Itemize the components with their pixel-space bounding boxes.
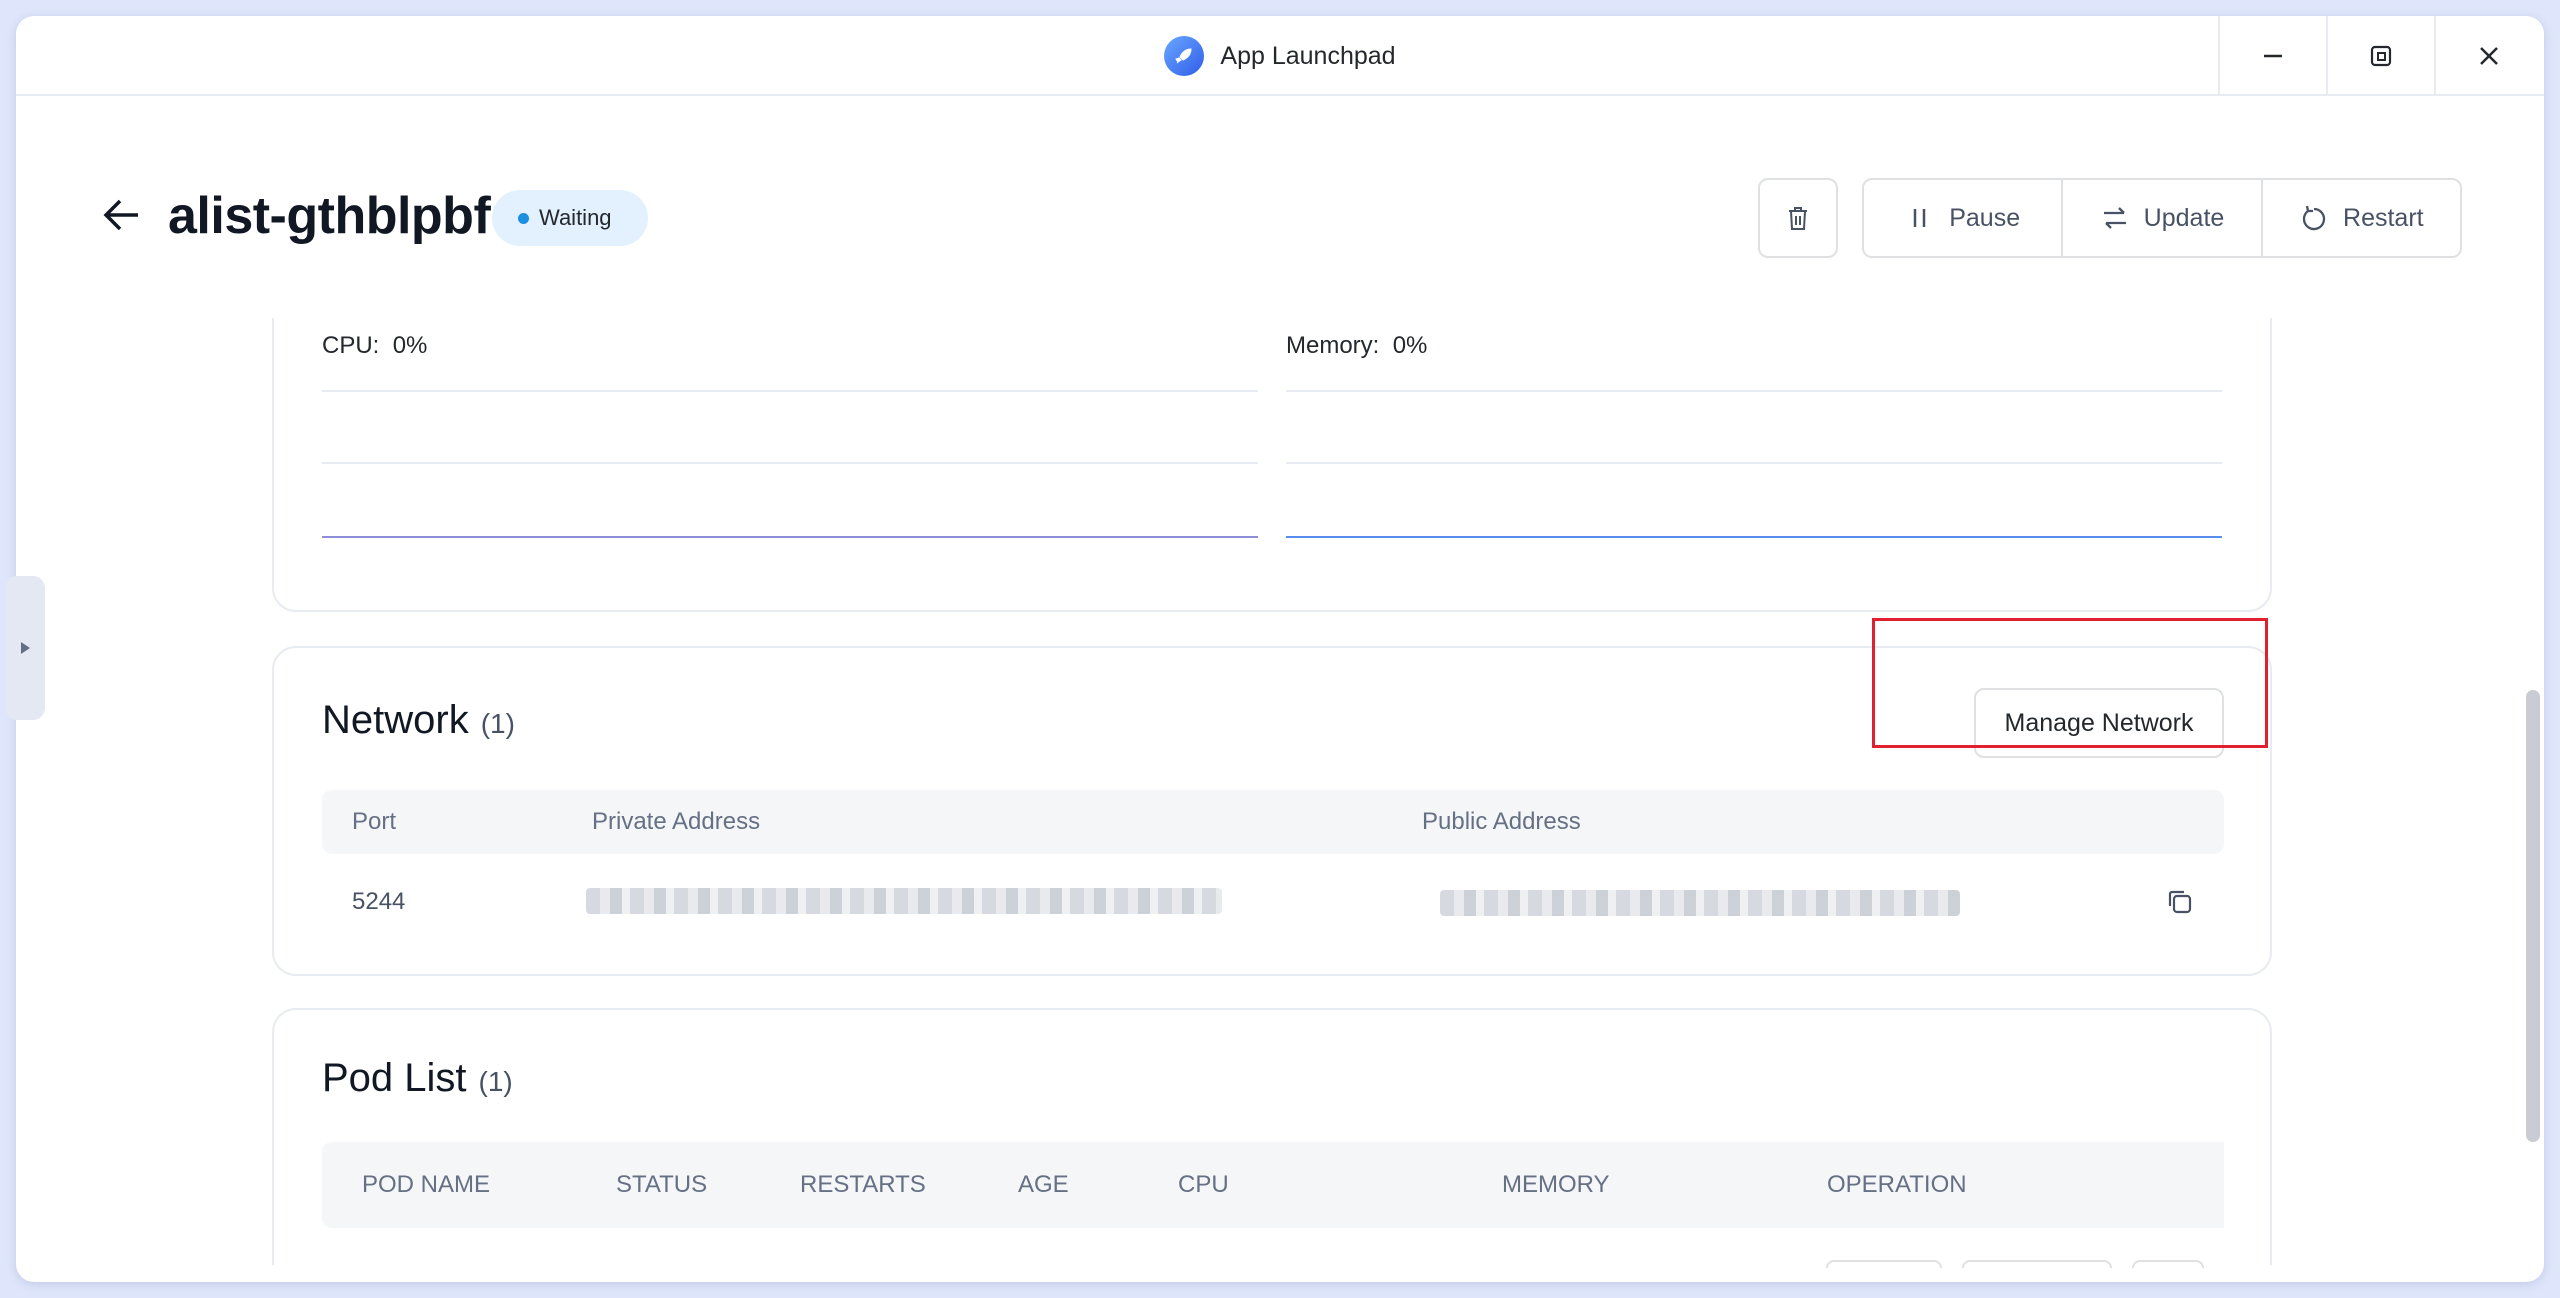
- pod-table-header: POD NAME STATUS RESTARTS AGE CPU MEMORY …: [322, 1142, 2224, 1228]
- title-bar: App Launchpad: [16, 16, 2544, 96]
- memory-grid-line: [1286, 462, 2222, 464]
- expand-arrow-icon: [21, 642, 30, 654]
- status-dot-icon: [518, 212, 529, 224]
- delete-button[interactable]: [1758, 178, 1838, 258]
- column-status: STATUS: [616, 1171, 708, 1198]
- back-arrow-icon[interactable]: [100, 194, 142, 236]
- cpu-metric: CPU: 0%: [322, 332, 428, 359]
- highlight-box: [1872, 618, 2268, 748]
- app-name-title: alist-gthblpbf: [168, 187, 491, 245]
- pod-operation-button[interactable]: [2132, 1260, 2204, 1268]
- pause-button[interactable]: Pause: [1864, 180, 2062, 256]
- memory-value: 0%: [1392, 332, 1428, 359]
- content-area[interactable]: CPU: 0% Memory: 0% Network (1) Manage Net…: [16, 318, 2544, 1265]
- cpu-grid-line: [322, 462, 1258, 464]
- pod-list-card: Pod List (1) POD NAME STATUS RESTARTS AGE…: [272, 1008, 2272, 1265]
- column-memory: MEMORY: [1502, 1171, 1610, 1198]
- memory-series-line: [1286, 536, 2222, 538]
- memory-metric: Memory: 0%: [1286, 332, 1428, 359]
- memory-grid-line: [1286, 390, 2222, 392]
- swap-arrows-icon: [2103, 207, 2126, 229]
- cpu-series-line: [322, 536, 1258, 538]
- close-button[interactable]: [2434, 16, 2541, 96]
- trash-icon: [1789, 207, 1807, 230]
- app-window: App Launchpad alist-gthblpbf Waiting Pau…: [16, 16, 2544, 1282]
- monitor-card: CPU: 0% Memory: 0%: [272, 318, 2272, 612]
- scrollbar-thumb[interactable]: [2526, 690, 2540, 1142]
- sidebar-toggle[interactable]: [5, 576, 45, 720]
- pod-operation-button[interactable]: [1962, 1260, 2112, 1268]
- column-pod-name: POD NAME: [362, 1171, 491, 1198]
- rocket-logo-icon: [1164, 36, 1205, 76]
- restart-button[interactable]: Restart: [2260, 180, 2460, 256]
- port-value: 5244: [352, 888, 406, 915]
- column-operation: OPERATION: [1827, 1171, 1967, 1198]
- cpu-grid-line: [322, 390, 1258, 392]
- minimize-icon: [2263, 54, 2282, 58]
- update-label: Update: [2143, 203, 2225, 232]
- restart-label: Restart: [2343, 203, 2424, 232]
- app-action-group: Pause Update Restart: [1862, 178, 2462, 258]
- window-title: App Launchpad: [1220, 41, 1396, 70]
- status-text: Waiting: [539, 205, 612, 230]
- minimize-button[interactable]: [2218, 16, 2325, 96]
- pod-operation-button[interactable]: [1826, 1260, 1942, 1268]
- column-port: Port: [352, 808, 397, 835]
- column-restarts: RESTARTS: [800, 1171, 926, 1198]
- close-icon: [2479, 47, 2498, 65]
- cpu-value: 0%: [392, 332, 428, 359]
- column-public-address: Public Address: [1422, 808, 1581, 835]
- restart-icon: [2302, 205, 2326, 231]
- update-button[interactable]: Update: [2061, 180, 2261, 256]
- column-private-address: Private Address: [592, 808, 761, 835]
- app-detail-header: alist-gthblpbf Waiting Pause Update Rest…: [16, 98, 2544, 318]
- network-title: Network (1): [322, 698, 515, 742]
- status-badge: Waiting: [492, 190, 648, 246]
- private-address-redacted: [586, 888, 1222, 914]
- public-address-redacted: [1440, 890, 1960, 916]
- pod-list-title: Pod List (1): [322, 1056, 513, 1100]
- column-age: AGE: [1018, 1171, 1069, 1198]
- network-count: (1): [480, 708, 515, 739]
- column-cpu: CPU: [1178, 1171, 1229, 1198]
- pod-list-count: (1): [478, 1066, 513, 1097]
- pause-label: Pause: [1949, 203, 2021, 232]
- pause-icon: [1913, 209, 1926, 227]
- maximize-button[interactable]: [2326, 16, 2433, 96]
- restore-window-icon: [2370, 45, 2391, 67]
- copy-icon[interactable]: [2164, 886, 2196, 918]
- network-table-header: Port Private Address Public Address: [322, 790, 2224, 854]
